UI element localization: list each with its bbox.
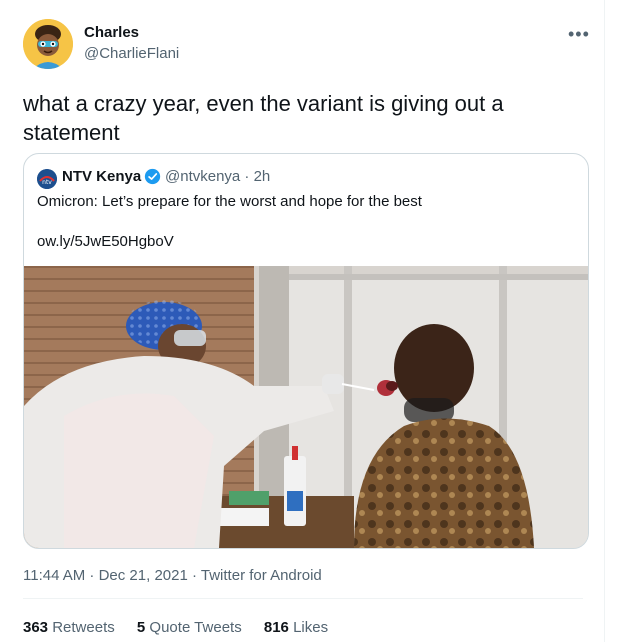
svg-text:ntv: ntv xyxy=(42,179,52,186)
cartoon-avatar-icon xyxy=(23,19,73,69)
quoted-handle-time: @ntvkenya · 2h xyxy=(165,168,271,185)
tweet-timestamp[interactable]: 11:44 AM · Dec 21, 2021 · xyxy=(23,567,201,584)
retweets-count: 363 xyxy=(23,619,49,636)
engagement-stats: 363 Retweets 5 Quote Tweets 816 Likes xyxy=(23,619,346,636)
photo-illustration xyxy=(24,266,588,548)
tweet-source[interactable]: Twitter for Android xyxy=(201,567,322,584)
retweets-label: Retweets xyxy=(52,619,115,636)
tweet-detail: Charles @CharlieFlani ••• what a crazy y… xyxy=(0,0,605,642)
author-handle[interactable]: @CharlieFlani xyxy=(84,45,179,62)
retweets-stat[interactable]: 363 Retweets xyxy=(23,619,115,636)
quoted-text: Omicron: Let’s prepare for the worst and… xyxy=(37,193,422,210)
likes-label: Likes xyxy=(293,619,329,636)
quoted-tweet[interactable]: ntv NTV Kenya @ntvkenya · 2h Omicron: Le… xyxy=(23,153,589,549)
covid-test-photo[interactable] xyxy=(24,266,588,548)
quote-tweets-stat[interactable]: 5 Quote Tweets xyxy=(137,619,242,636)
quote-tweets-count: 5 xyxy=(136,619,146,636)
more-options-icon[interactable]: ••• xyxy=(568,24,590,45)
quoted-link[interactable]: ow.ly/5JwE50HgboV xyxy=(37,232,174,252)
ntv-logo-icon: ntv xyxy=(37,169,57,189)
likes-stat[interactable]: 816 Likes xyxy=(264,619,328,636)
verified-badge-icon xyxy=(144,168,161,185)
author-avatar[interactable] xyxy=(23,19,73,69)
author-name[interactable]: Charles xyxy=(84,24,139,41)
quoted-author-name: NTV Kenya xyxy=(62,168,142,185)
likes-count: 816 xyxy=(263,619,289,636)
quote-tweets-label: Quote Tweets xyxy=(149,619,242,636)
tweet-text: what a crazy year, even the variant is g… xyxy=(23,91,504,145)
divider xyxy=(23,598,583,599)
tweet-meta: 11:44 AM · Dec 21, 2021 · Twitter for An… xyxy=(23,567,322,584)
